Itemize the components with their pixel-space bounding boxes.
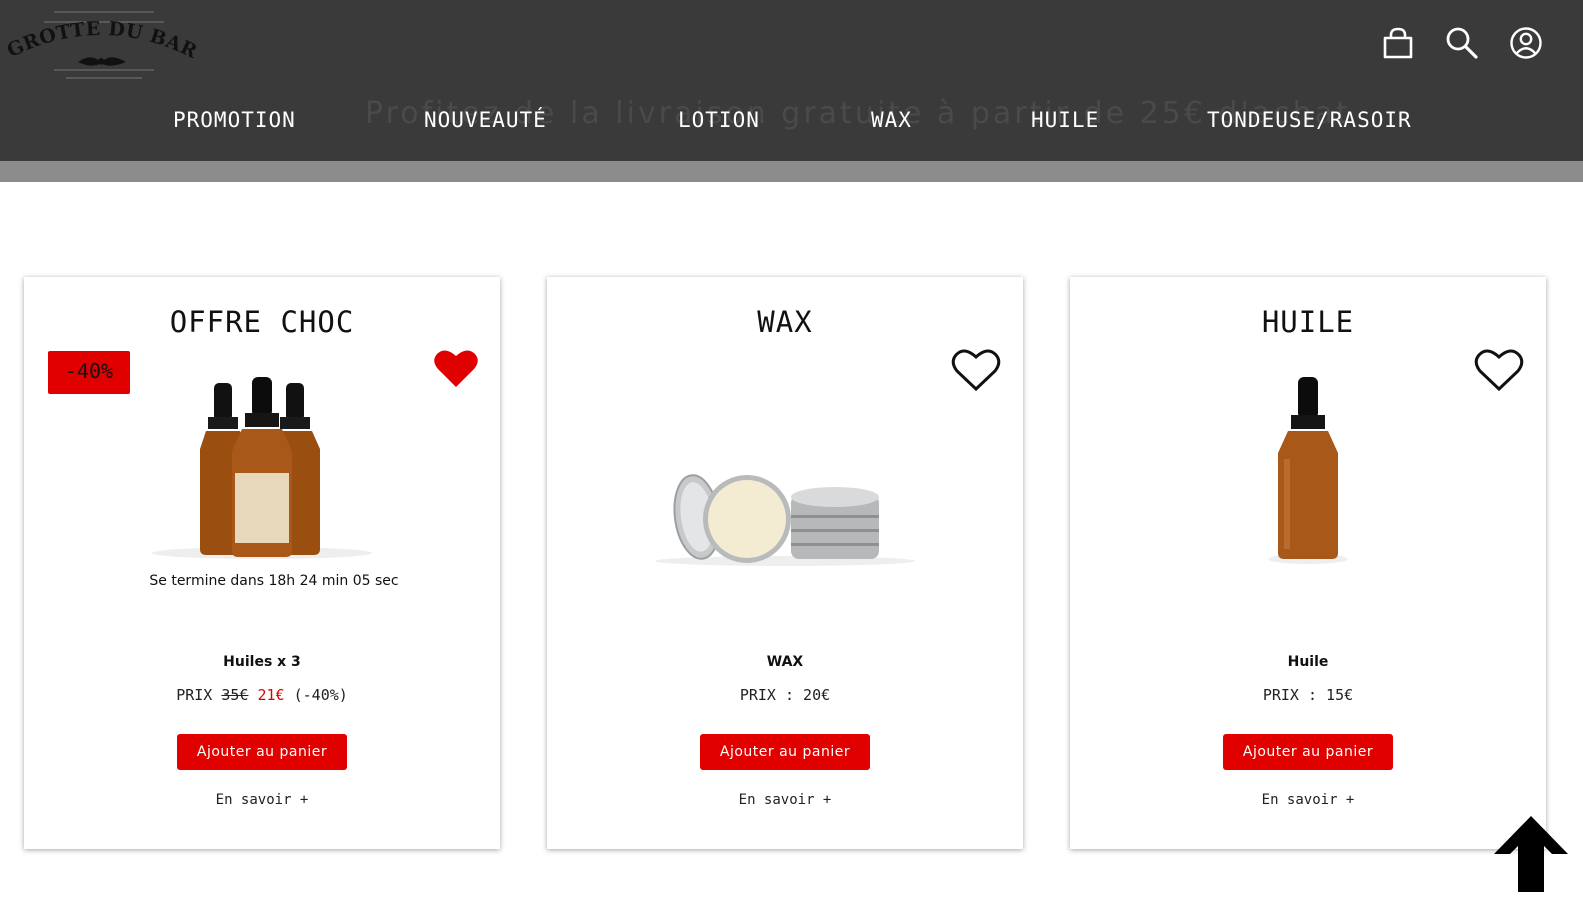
nav-item-huile[interactable]: HUILE	[1031, 108, 1099, 132]
price-prefix: PRIX	[176, 686, 222, 704]
learn-more-link[interactable]: En savoir +	[547, 792, 1023, 808]
add-to-cart-button[interactable]: Ajouter au panier	[700, 734, 870, 770]
search-icon[interactable]	[1443, 24, 1481, 62]
oil-bottle-image	[1070, 373, 1546, 571]
nav-item-lotion[interactable]: LOTION	[678, 108, 760, 132]
product-name: WAX	[766, 654, 804, 670]
nav-item-wax[interactable]: WAX	[871, 108, 912, 132]
countdown-text: Se termine dans 18h 24 min 05 sec	[149, 573, 399, 589]
oil-bottles-image	[24, 373, 500, 567]
wax-tins-image	[547, 457, 1023, 581]
product-name: Huiles x 3	[223, 654, 301, 670]
header-divider-bar	[0, 161, 1583, 182]
add-to-cart-button[interactable]: Ajouter au panier	[1223, 734, 1393, 770]
logo-text: LA GROTTE DU BARBU	[6, 6, 196, 63]
card-title: WAX	[757, 305, 813, 339]
price-discount: (-40%)	[284, 686, 348, 704]
product-card-huile: HUILE Huile PRIX : 15€ Ajouter au panier…	[1070, 277, 1546, 849]
product-card-offre-choc: OFFRE CHOC -40% Se termine dans 18h 24 m…	[24, 277, 500, 849]
site-logo[interactable]: LA GROTTE DU BARBU	[6, 6, 196, 84]
nav-item-tondeuse-rasoir[interactable]: TONDEUSE/RASOIR	[1207, 108, 1412, 132]
product-price: PRIX : 20€	[739, 686, 831, 704]
card-title: HUILE	[1261, 305, 1355, 339]
svg-text:LA GROTTE DU BARBU: LA GROTTE DU BARBU	[6, 6, 196, 63]
price-old: 35€	[221, 686, 249, 704]
cart-icon[interactable]	[1379, 24, 1417, 62]
product-price: PRIX 35€ 21€ (-40%)	[24, 686, 500, 704]
main-nav: PROMOTION NOUVEAUTÉ LOTION WAX HUILE TON…	[0, 104, 1583, 144]
learn-more-link[interactable]: En savoir +	[1070, 792, 1546, 808]
product-card-wax: WAX WAX PRIX : 20€ Ajouter au panier En …	[547, 277, 1023, 849]
add-to-cart-button[interactable]: Ajouter au panier	[177, 734, 347, 770]
nav-item-promotion[interactable]: PROMOTION	[173, 108, 296, 132]
product-price: PRIX : 15€	[1262, 686, 1354, 704]
heart-outline-icon[interactable]	[951, 347, 1001, 393]
scroll-to-top-arrow-icon[interactable]	[1490, 812, 1572, 894]
site-header: LA GROTTE DU BARBU Profitez de la livrai…	[0, 0, 1583, 161]
user-icon[interactable]	[1507, 24, 1545, 62]
card-title: OFFRE CHOC	[169, 305, 355, 339]
learn-more-link[interactable]: En savoir +	[24, 792, 500, 808]
product-name: Huile	[1287, 654, 1329, 670]
mustache-icon	[78, 57, 126, 66]
nav-item-nouveaute[interactable]: NOUVEAUTÉ	[424, 108, 547, 132]
price-new: 21€	[257, 686, 285, 704]
